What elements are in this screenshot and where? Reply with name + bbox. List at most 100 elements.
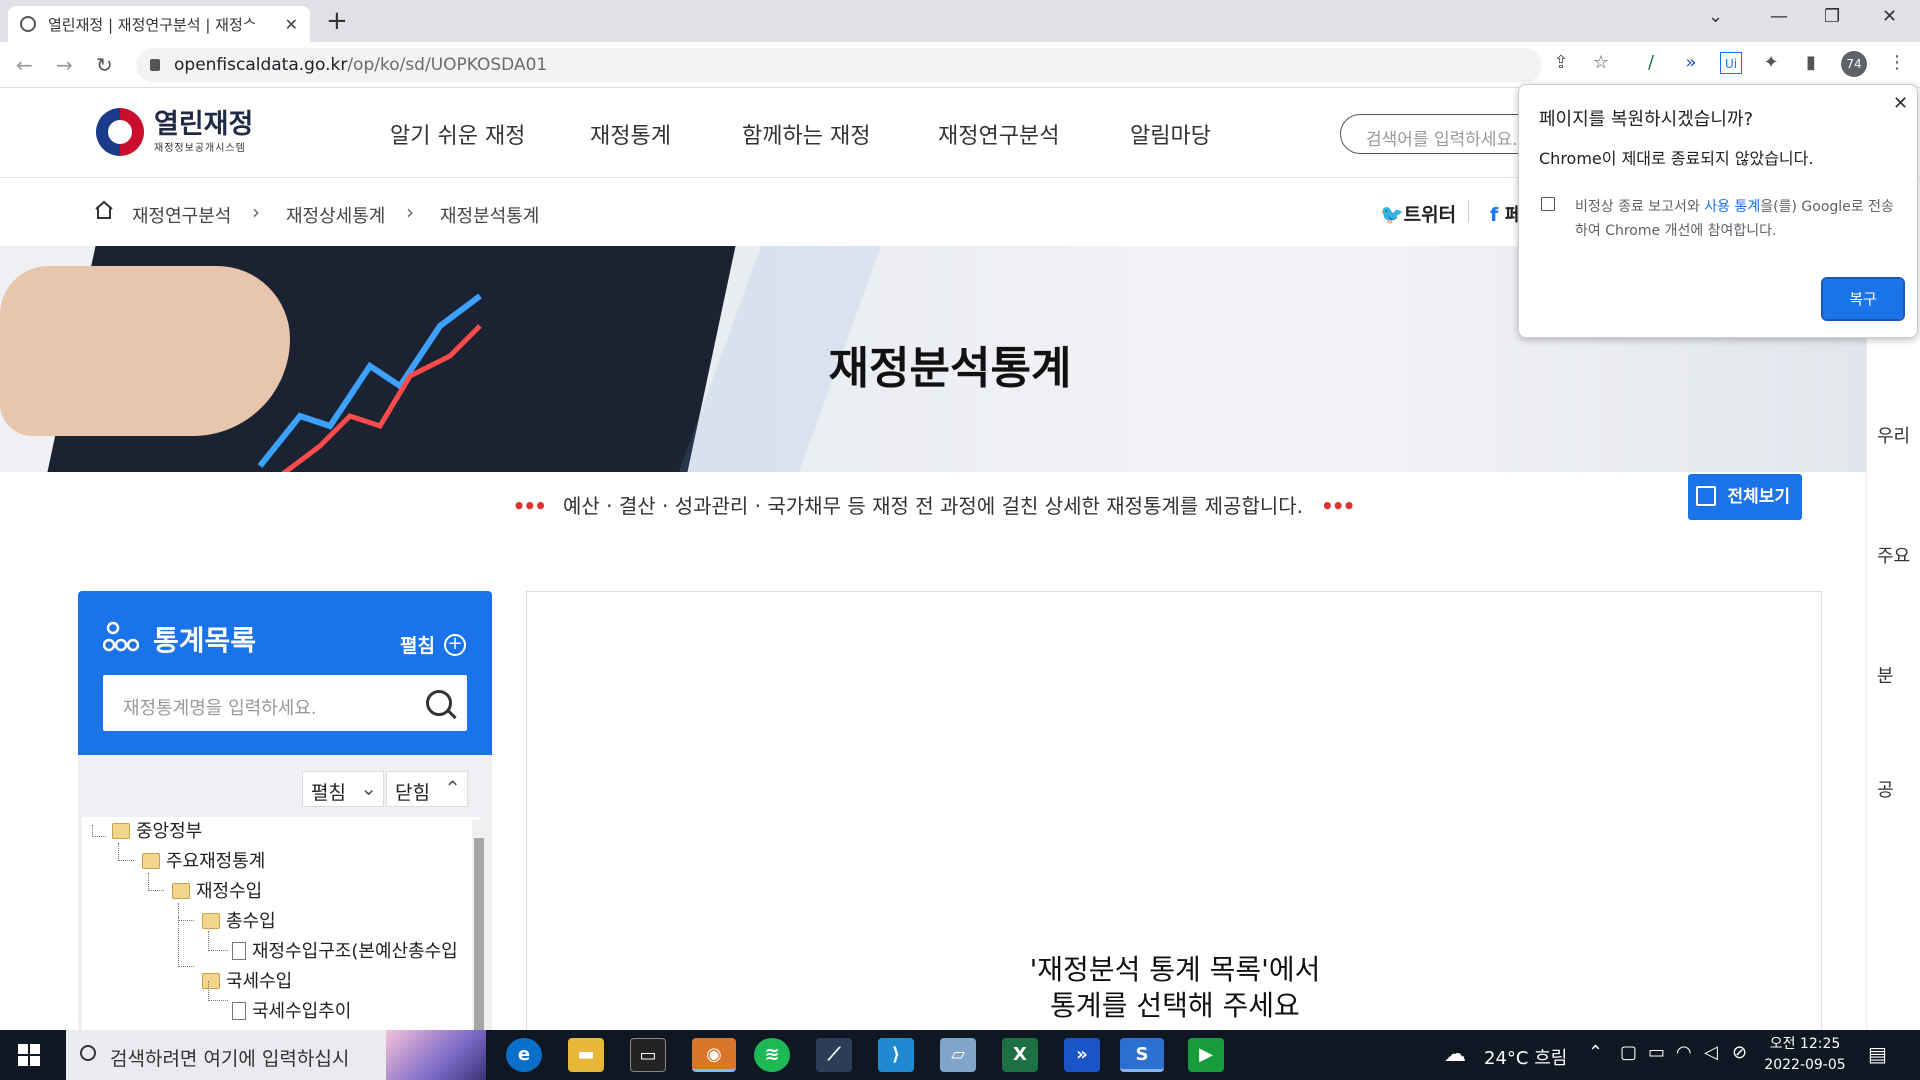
search-icon[interactable] (426, 690, 452, 716)
reload-icon[interactable]: ↻ (96, 53, 113, 77)
collapse-all-button[interactable]: 닫힘 ⌃ (386, 771, 468, 807)
tree-node-folder[interactable]: 주요재정통계 (142, 847, 265, 873)
stat-tree: 중앙정부 주요재정통계 재정수입 총수입 재정수입구조(본예산총수입 국세수입 … (82, 817, 480, 1031)
restore-button[interactable]: 복구 (1821, 277, 1905, 321)
chevron-right-icon: › (252, 200, 260, 224)
terminal-icon[interactable]: ▭ (630, 1038, 666, 1072)
stat-list-title: 통계목록 (153, 624, 257, 657)
device-icon[interactable]: ▢ (1620, 1042, 1637, 1063)
notification-icon[interactable]: ▤ (1868, 1042, 1887, 1066)
address-bar[interactable]: openfiscaldata.go.kr/op/ko/sd/UOPKOSDA01 (136, 48, 1542, 82)
header-search-input[interactable]: 검색어를 입력하세요. (1340, 114, 1540, 154)
stat-list-panel: 통계목록 펼침 + 재정통계명을 입력하세요. 펼침 ⌄ 닫힘 ⌃ 중앙정부 주… (78, 591, 492, 1031)
tree-node-file[interactable]: 국세수입추이 (232, 997, 351, 1023)
breadcrumb-item[interactable]: 재정분석통계 (440, 202, 539, 228)
excel-icon[interactable]: X (1002, 1038, 1038, 1072)
windows-taskbar: 검색하려면 여기에 입력하십시 e ▬ ▭ ◉ ≋ ⟋ ⟩ ▱ X » S ▶ … (0, 1030, 1920, 1080)
banner-hand-image (0, 266, 290, 436)
taskbar-clock[interactable]: 오전 12:25 2022-09-05 (1760, 1034, 1850, 1076)
file-icon (232, 942, 246, 960)
minimize-button[interactable]: — (1770, 6, 1788, 27)
tree-node-folder[interactable]: 재정수입 (172, 877, 262, 903)
stat-tree-area: 펼침 ⌄ 닫힘 ⌃ 중앙정부 주요재정통계 재정수입 총수입 재정수입구조(본예… (78, 755, 492, 1031)
logo-title: 열린재정 (154, 108, 254, 140)
breadcrumb-item[interactable]: 재정상세통계 (286, 202, 385, 228)
nav-together[interactable]: 함께하는 재정 (742, 118, 870, 150)
tree-node-label: 총수입 (226, 911, 276, 932)
app-s-icon[interactable]: S (1120, 1038, 1164, 1072)
decor-dots: ••• (512, 494, 547, 518)
side-panel-icon[interactable]: ▮ (1800, 52, 1822, 74)
plus-circle-icon[interactable]: + (444, 634, 466, 656)
wifi-icon[interactable]: ◠ (1676, 1042, 1692, 1063)
home-icon[interactable] (94, 200, 114, 220)
browser-tab[interactable]: 열린재정 | 재정연구분석 | 재정ᄉ ✕ (8, 6, 310, 42)
breadcrumb-item[interactable]: 재정연구분석 (132, 202, 231, 228)
volume-icon[interactable]: ◁ (1704, 1042, 1718, 1063)
nav-easy-finance[interactable]: 알기 쉬운 재정 (390, 118, 525, 150)
extension-pen-icon[interactable]: / (1640, 52, 1662, 74)
facebook-icon: f (1490, 204, 1505, 226)
file-explorer-icon[interactable]: ▬ (568, 1038, 604, 1072)
nav-fiscal-stats[interactable]: 재정통계 (590, 118, 671, 150)
forward-icon[interactable]: → (56, 53, 73, 77)
extension-arrow-icon[interactable]: » (1680, 52, 1702, 74)
power-automate-icon[interactable]: » (1064, 1038, 1100, 1072)
close-tab-icon[interactable]: ✕ (285, 15, 298, 34)
share-twitter-button[interactable]: 🐦트위터 (1380, 200, 1456, 227)
edge-icon[interactable]: e (506, 1038, 542, 1072)
tree-node-folder[interactable]: 중앙정부 (112, 817, 202, 843)
quick-menu-item[interactable]: 분 (1877, 662, 1894, 688)
kebab-menu-icon[interactable]: ⋮ (1886, 52, 1908, 74)
extensions-puzzle-icon[interactable]: ✦ (1760, 52, 1782, 74)
cloud-icon: ☁ (1444, 1042, 1466, 1067)
tree-node-folder[interactable]: 총수입 (202, 907, 276, 933)
chevron-up-icon[interactable]: ⌃ (1588, 1042, 1603, 1063)
restore-window-button[interactable]: ❐ (1824, 6, 1840, 27)
expand-all-button[interactable]: 펼침 ⌄ (302, 771, 384, 807)
back-icon[interactable]: ← (16, 53, 33, 77)
tree-node-file[interactable]: 재정수입구조(본예산총수입 (232, 937, 458, 963)
stat-list-expand-button[interactable]: 펼침 (400, 631, 435, 658)
taskbar-search-box[interactable]: 검색하려면 여기에 입력하십시 (66, 1030, 486, 1080)
close-window-button[interactable]: ✕ (1882, 6, 1897, 27)
bookmark-star-icon[interactable]: ☆ (1590, 52, 1612, 74)
new-tab-button[interactable]: + (326, 6, 348, 36)
restore-pages-dialog: 페이지를 복원하시겠습니까? ✕ Chrome이 제대로 종료되지 않았습니다.… (1518, 84, 1918, 338)
extension-ui-icon[interactable]: Ui (1720, 52, 1742, 74)
usage-stats-checkbox[interactable] (1541, 197, 1555, 211)
media-app-icon[interactable]: ▶ (1188, 1038, 1224, 1072)
profile-avatar[interactable]: 74 (1841, 51, 1867, 77)
quick-menu-item[interactable]: 우리 (1877, 422, 1910, 448)
page-title: 재정분석통계 (828, 343, 1072, 394)
no-sync-icon[interactable]: ⊘ (1732, 1042, 1747, 1063)
site-logo[interactable]: 열린재정 재정정보공개시스템 (96, 108, 253, 156)
battery-icon[interactable]: ▭ (1648, 1042, 1665, 1063)
spotify-icon[interactable]: ≋ (754, 1038, 790, 1072)
stat-search-input[interactable]: 재정통계명을 입력하세요. (103, 675, 467, 731)
vscode-icon[interactable]: ⟩ (878, 1038, 914, 1072)
tree-line (92, 825, 106, 837)
notes-app-icon[interactable]: ▱ (940, 1038, 976, 1072)
tree-scrollbar[interactable] (472, 820, 486, 1030)
url-domain: openfiscaldata.go.kr (174, 55, 348, 75)
collapse-all-label: 닫힘 (395, 782, 430, 804)
tab-search-icon[interactable]: ⌄ (1708, 6, 1723, 27)
windows-start-icon[interactable] (18, 1044, 40, 1066)
usage-stats-link[interactable]: 사용 통계 (1704, 199, 1760, 215)
tree-line (178, 917, 194, 967)
quick-menu-item[interactable]: 공 (1877, 776, 1894, 802)
clock-date: 2022-09-05 (1764, 1057, 1846, 1073)
fullview-button[interactable]: 전체보기 (1688, 474, 1802, 520)
tree-node-label: 주요재정통계 (166, 851, 266, 872)
close-icon[interactable]: ✕ (1893, 93, 1908, 114)
database-tool-icon[interactable]: ⟋ (816, 1038, 852, 1072)
scrollbar-thumb[interactable] (474, 838, 484, 1030)
usage-stats-text-pre: 비정상 종료 보고서와 (1575, 199, 1705, 215)
chrome-icon[interactable]: ◉ (692, 1038, 736, 1072)
weather-text[interactable]: 24°C 흐림 (1484, 1044, 1567, 1070)
quick-menu-item[interactable]: 주요 (1877, 542, 1910, 568)
nav-research[interactable]: 재정연구분석 (938, 118, 1059, 150)
share-icon[interactable]: ⇪ (1550, 52, 1572, 74)
nav-notice[interactable]: 알림마당 (1130, 118, 1211, 150)
